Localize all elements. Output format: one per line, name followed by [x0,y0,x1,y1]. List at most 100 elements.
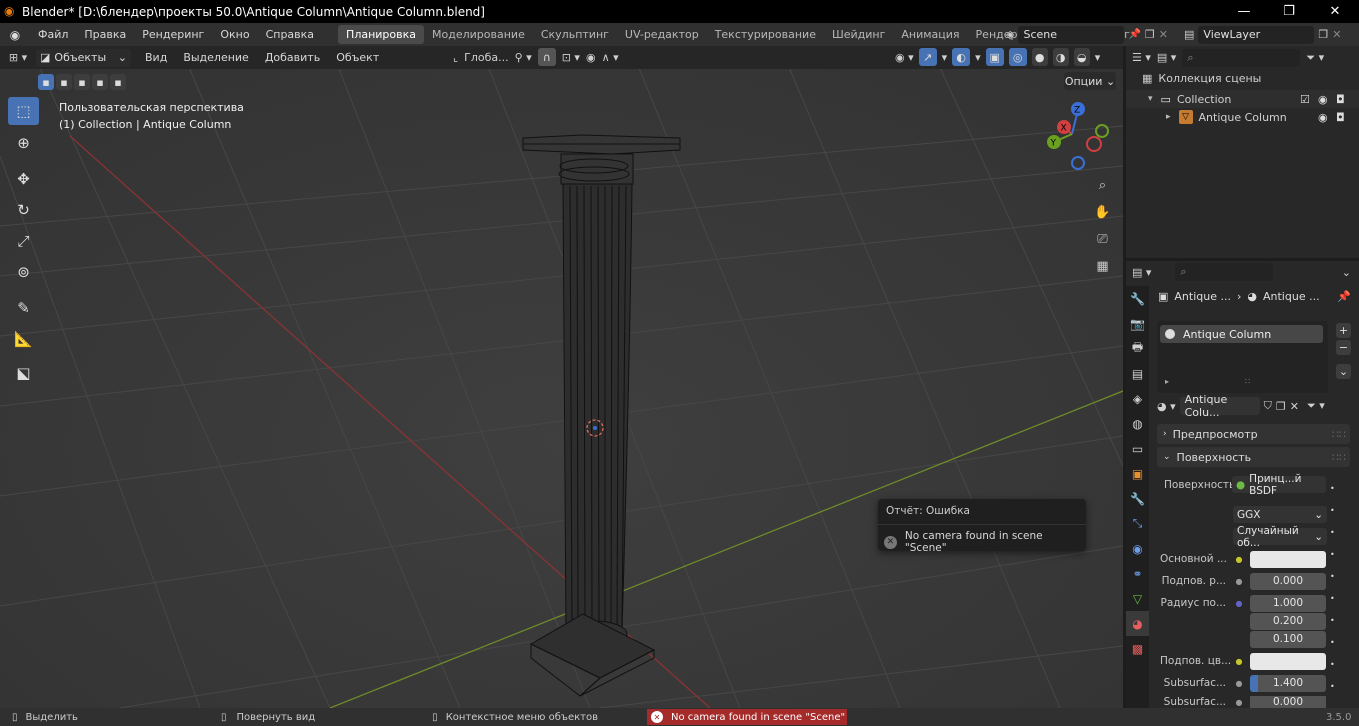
modifier-tab-icon[interactable]: 🔧 [1126,486,1149,511]
drag-handle-icon[interactable]: ∷∷ [1332,428,1346,441]
options-dropdown[interactable]: Опции ⌄ [1064,72,1116,90]
scene-field[interactable]: Scene [1018,25,1125,44]
preview-panel[interactable]: › Предпросмотр ∷∷ [1157,424,1350,444]
snap-icon[interactable]: ∩ [537,48,556,66]
scene-tab-icon[interactable]: ◈ [1126,386,1149,411]
socket-icon[interactable]: ● [1232,696,1246,708]
select-extend-icon[interactable]: ▪ [56,74,72,90]
mode-select[interactable]: ◪ Объекты ⌄ [36,48,131,67]
render-tab-icon[interactable]: 📷 [1126,311,1149,336]
slot-menu-icon[interactable]: ⌄ [1336,364,1351,379]
maximize-button[interactable]: ❐ [1266,0,1312,23]
cursor-tool-icon[interactable]: ⊕ [8,129,39,157]
material-slot[interactable]: Antique Column [1160,325,1323,343]
eye-icon[interactable]: ◉ [1318,111,1328,124]
remove-viewlayer-icon[interactable]: ✕ [1332,28,1341,41]
close-button[interactable]: ✕ [1312,0,1358,23]
view-layer-tab-icon[interactable]: ▤ [1126,361,1149,386]
new-viewlayer-icon[interactable]: ❐ [1318,28,1328,41]
scene-icon[interactable]: ◈ [1006,28,1014,41]
snap-target-icon[interactable]: ⊡ ▾ [562,51,580,64]
unlink-material-icon[interactable]: ✕ [1290,400,1299,413]
socket-icon[interactable]: ● [1232,676,1246,690]
falloff-icon[interactable]: ∧ ▾ [602,51,619,64]
select-box-tool-icon[interactable]: ⬚ [8,97,39,125]
outliner-editor-icon[interactable]: ☰ ▾ [1132,51,1151,64]
menu-view[interactable]: Вид [137,51,175,64]
output-tab-icon[interactable]: 🖶 [1126,336,1149,361]
editor-type-icon[interactable]: ⊞ ▾ [0,51,36,64]
socket-icon[interactable]: ● [1232,552,1246,566]
material-name-field[interactable]: Antique Colu... [1179,393,1260,419]
solid-shading-icon[interactable]: ● [1031,48,1048,66]
tab-modeling[interactable]: Моделирование [424,25,533,44]
material-shading-icon[interactable]: ◑ [1052,48,1069,66]
checkbox-icon[interactable]: ☑ [1300,93,1310,106]
xray-icon[interactable]: ▣ [985,48,1004,66]
navigation-gizmo[interactable]: Z X Y [1042,100,1112,170]
wireframe-shading-icon[interactable]: ◎ [1008,48,1027,66]
perspective-toggle-icon[interactable]: ▦ [1091,255,1114,278]
visibility-icon[interactable]: ◉ ▾ [895,51,914,64]
subsurface-ior-field[interactable]: 1.400 [1250,674,1326,692]
camera-icon[interactable]: ◘ [1336,93,1345,106]
menu-help[interactable]: Справка [258,28,322,41]
pivot-icon[interactable]: ⚲ ▾ [515,51,532,64]
rendered-shading-icon[interactable]: ◒ [1073,48,1090,66]
tab-shading[interactable]: Шейдинг [824,25,893,44]
world-tab-icon[interactable]: ◍ [1126,411,1149,436]
outliner-row-scene-collection[interactable]: ▦ Коллекция сцены [1142,72,1261,85]
transform-orientation[interactable]: Глоба... [464,51,508,64]
socket-icon[interactable]: ● [1232,596,1246,610]
eye-icon[interactable]: ◉ [1318,93,1328,106]
display-mode-icon[interactable]: ▤ ▾ [1157,51,1176,64]
tab-layout[interactable]: Планировка [338,25,425,44]
expand-collection-icon[interactable]: ▾ [1148,94,1153,104]
annotate-tool-icon[interactable]: ✎ [8,294,39,322]
select-subtract-icon[interactable]: ▪ [74,74,90,90]
outliner-search-input[interactable]: ⌕ [1182,48,1301,67]
collection-tab-icon[interactable]: ▭ [1126,436,1149,461]
expand-object-icon[interactable]: ▸ [1166,112,1171,122]
overlay-dropdown-icon[interactable]: ▾ [975,51,981,64]
transform-tool-icon[interactable]: ⊚ [8,258,39,286]
pin-icon[interactable]: 📌 [1337,290,1351,303]
viewlayer-icon[interactable]: ▤ [1184,28,1194,41]
menu-file[interactable]: Файл [30,28,76,41]
remove-slot-button[interactable]: − [1336,340,1351,355]
camera-icon[interactable]: ◘ [1336,111,1345,124]
physics-tab-icon[interactable]: ◉ [1126,536,1149,561]
menu-render[interactable]: Рендеринг [134,28,212,41]
subsurface-method-select[interactable]: Случайный об... ⌄ [1233,525,1327,549]
node-tree-icon[interactable]: ⏷ ▾ [1307,399,1325,413]
object-tab-icon[interactable]: ▣ [1126,461,1149,486]
data-tab-icon[interactable]: ▽ [1126,586,1149,611]
drag-handle-icon[interactable]: ∷∷ [1332,451,1346,464]
subsurface-color-field[interactable] [1250,652,1326,670]
menu-object[interactable]: Объект [328,51,387,64]
add-slot-button[interactable]: + [1336,323,1351,338]
select-intersect-icon[interactable]: ▪ [110,74,126,90]
particles-tab-icon[interactable]: ⤡ [1126,511,1149,536]
select-invert-icon[interactable]: ▪ [92,74,108,90]
menu-add[interactable]: Добавить [257,51,328,64]
socket-icon[interactable]: ● [1232,574,1246,588]
outliner-row-antique-column[interactable]: ▸ ▽ Antique Column ◉ ◘ [1126,108,1359,126]
fake-user-icon[interactable]: ⛉ [1264,399,1272,413]
duplicate-material-icon[interactable]: ❐ [1276,400,1286,413]
outliner-row-collection[interactable]: ▾ ▭ Collection ☑ ◉ ◘ [1126,90,1359,108]
proportional-edit-icon[interactable]: ◉ [586,51,596,64]
resize-handle-icon[interactable]: ∷ [1245,377,1250,386]
viewlayer-field[interactable]: ViewLayer [1198,25,1315,44]
subsurface-field[interactable]: 0.000 [1250,572,1326,590]
measure-tool-icon[interactable]: 📐 [8,325,39,353]
browse-material-icon[interactable]: ◕ ▾ [1157,400,1176,413]
status-error-banner[interactable]: ✕ No camera found in scene "Scene" [647,709,847,725]
texture-tab-icon[interactable]: ▩ [1126,636,1149,661]
remove-scene-icon[interactable]: ✕ [1159,28,1168,41]
shading-dropdown-icon[interactable]: ▾ [1095,51,1101,64]
menu-select[interactable]: Выделение [175,51,257,64]
distribution-select[interactable]: GGX ⌄ [1233,506,1327,523]
rotate-tool-icon[interactable]: ↻ [8,196,39,224]
material-tab-icon[interactable]: ◕ [1126,611,1149,636]
